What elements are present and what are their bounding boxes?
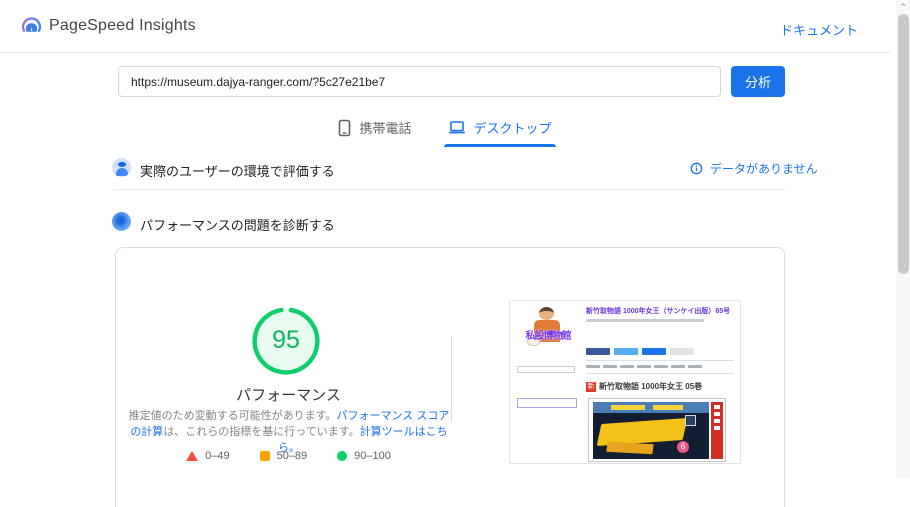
app-header: PageSpeed Insights ドキュメント bbox=[0, 0, 890, 53]
spine-text bbox=[714, 412, 720, 416]
cover-top-strip bbox=[593, 402, 709, 413]
users-icon bbox=[112, 158, 131, 177]
page-title: PageSpeed Insights bbox=[49, 17, 196, 34]
thumb-post-title: 新竹取物語 1000年女王（サンケイ出版）65号 bbox=[586, 308, 731, 315]
spine-text bbox=[714, 426, 720, 430]
vertical-scrollbar[interactable]: ⌃ bbox=[896, 0, 910, 478]
score-legend: 0–49 50–89 90–100 bbox=[116, 450, 461, 462]
documentation-link[interactable]: ドキュメント bbox=[780, 20, 858, 39]
red-triangle-icon bbox=[186, 451, 199, 461]
device-tabs: 携帯電話 デスクトップ bbox=[0, 112, 890, 147]
thumb-comic-cover: 6 bbox=[588, 398, 726, 462]
section-divider bbox=[115, 189, 785, 190]
share-button bbox=[642, 348, 666, 355]
thumb-main-content: 新竹取物語 1000年女王（サンケイ出版）65号 新 新竹取物語 1000年女王… bbox=[586, 306, 736, 462]
analyze-button[interactable]: 分析 bbox=[731, 66, 785, 97]
person-glyph bbox=[117, 162, 126, 167]
person-body-glyph bbox=[115, 168, 128, 176]
disclaimer-text-1: 推定値のため変動する可能性があります。 bbox=[128, 410, 337, 422]
legend-item-average: 50–89 bbox=[259, 450, 308, 462]
field-data-title: 実際のユーザーの環境で評価する bbox=[140, 164, 335, 179]
thumb-character-image: 私設博物館 bbox=[515, 305, 579, 363]
field-data-status[interactable]: データがありません bbox=[690, 160, 818, 177]
score-value: 95 bbox=[272, 326, 300, 354]
mobile-phone-icon bbox=[339, 119, 351, 136]
spine-text bbox=[714, 405, 720, 409]
tab-desktop-label: デスクトップ bbox=[473, 121, 552, 136]
cover-title-text bbox=[653, 405, 683, 410]
tab-mobile[interactable]: 携帯電話 bbox=[334, 112, 415, 147]
thumb-tag-line bbox=[586, 365, 736, 368]
legend-range-pass: 90–100 bbox=[354, 450, 391, 462]
score-label: パフォーマンス bbox=[236, 387, 341, 404]
tag-chip bbox=[620, 365, 634, 368]
character-head bbox=[539, 307, 554, 320]
green-circle-icon bbox=[337, 451, 348, 461]
thumb-post-heading: 新竹取物語 1000年女王 05巻 bbox=[599, 382, 703, 391]
thumb-site-title: 私設博物館 bbox=[525, 331, 572, 342]
orange-square-icon bbox=[259, 451, 270, 461]
disclaimer-text-2: は、これらの指標を基に行っています。 bbox=[163, 426, 360, 438]
chevron-up-icon[interactable]: ⌃ bbox=[898, 2, 908, 12]
tab-mobile-label: 携帯電話 bbox=[359, 121, 412, 136]
vertical-divider bbox=[451, 336, 452, 422]
performance-score-gauge[interactable]: 95 bbox=[248, 303, 324, 379]
no-data-label: データがありません bbox=[710, 162, 818, 176]
thumb-menu-box bbox=[517, 398, 577, 408]
tag-chip bbox=[671, 365, 685, 368]
tag-chip bbox=[586, 365, 600, 368]
score-disclaimer: 推定値のため変動する可能性があります。パフォーマンス スコアの計算は、これらの指… bbox=[124, 408, 454, 456]
spine-text bbox=[714, 419, 720, 423]
report-card: 95 パフォーマンス 推定値のため変動する可能性があります。パフォーマンス スコ… bbox=[115, 247, 785, 507]
page-screenshot-thumbnail[interactable]: 私設博物館 新竹取物語 1000年女王（サンケイ出版）65号 新 新竹取物語 1… bbox=[509, 300, 741, 464]
cover-title-text bbox=[611, 405, 645, 410]
cover-red-spine bbox=[711, 402, 723, 459]
share-button bbox=[586, 348, 610, 355]
pagespeed-logo-icon bbox=[21, 17, 42, 32]
cover-yellow-sub bbox=[606, 441, 654, 455]
thumb-social-buttons bbox=[586, 348, 736, 355]
url-input[interactable] bbox=[118, 66, 721, 97]
info-icon bbox=[690, 162, 703, 175]
thumb-breadcrumb-line bbox=[586, 319, 704, 322]
legend-range-average: 50–89 bbox=[276, 450, 308, 462]
thumb-post-heading-row: 新 新竹取物語 1000年女王 05巻 bbox=[586, 381, 736, 392]
tag-chip bbox=[654, 365, 668, 368]
tab-desktop[interactable]: デスクトップ bbox=[443, 112, 556, 147]
new-badge: 新 bbox=[586, 381, 596, 392]
thumb-divider bbox=[586, 360, 734, 361]
thumb-sidebar: 私設博物館 bbox=[515, 305, 581, 461]
speedometer-icon bbox=[112, 212, 131, 231]
legend-item-fail: 0–49 bbox=[186, 450, 230, 462]
tag-chip bbox=[637, 365, 651, 368]
tag-chip bbox=[603, 365, 617, 368]
tag-chip bbox=[688, 365, 702, 368]
share-button bbox=[614, 348, 638, 355]
legend-range-fail: 0–49 bbox=[205, 450, 230, 462]
thumb-select-box bbox=[517, 366, 575, 373]
thumb-divider bbox=[586, 373, 734, 374]
laptop-icon bbox=[448, 121, 465, 134]
legend-item-pass: 90–100 bbox=[337, 450, 391, 462]
diagnose-title: パフォーマンスの問題を診断する bbox=[140, 218, 335, 233]
scrollbar-thumb[interactable] bbox=[897, 14, 909, 274]
cover-seal bbox=[685, 415, 696, 426]
cover-volume-badge: 6 bbox=[677, 441, 689, 453]
share-button bbox=[670, 348, 694, 355]
